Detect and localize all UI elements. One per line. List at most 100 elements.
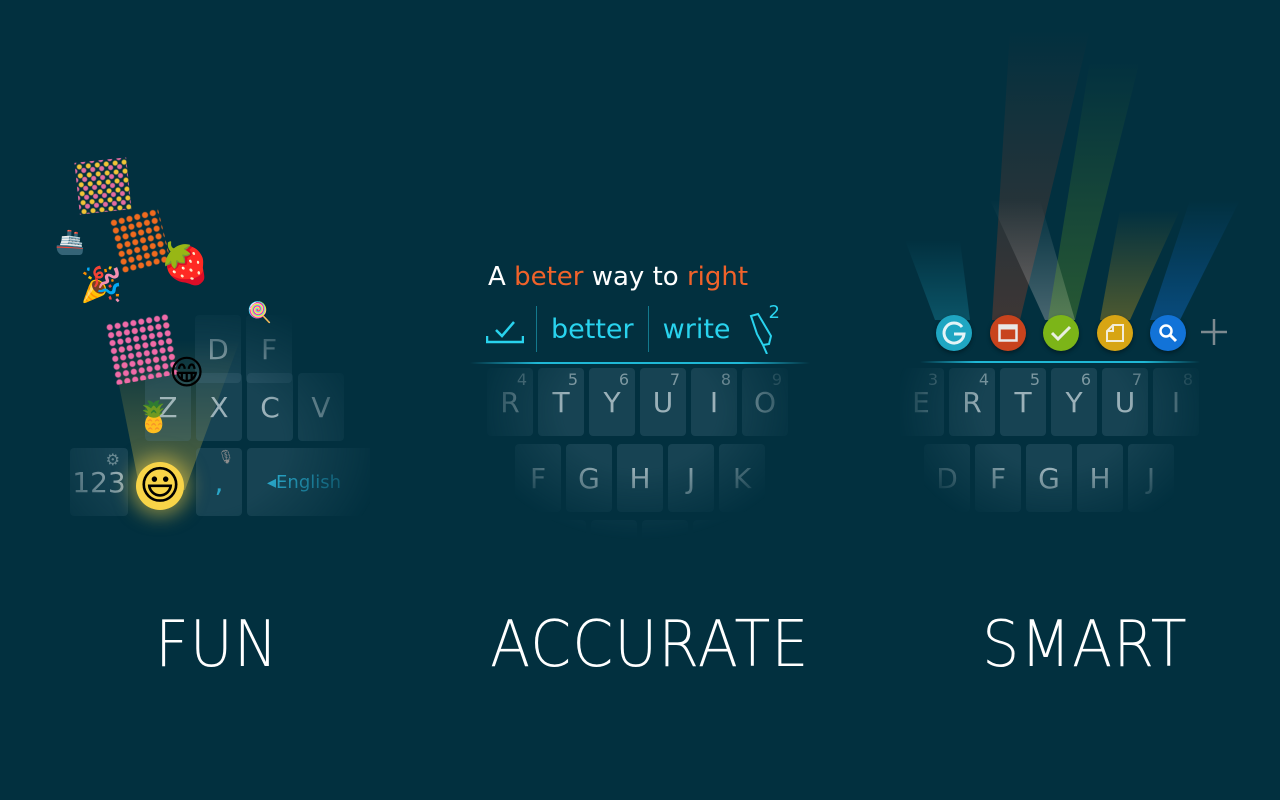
beam [1150, 200, 1240, 320]
sentence-text: A [488, 262, 515, 292]
key-k[interactable]: K [719, 444, 765, 512]
key-label: G [1038, 461, 1060, 495]
key-c[interactable]: C [247, 373, 293, 441]
space-key[interactable]: ◂ English [247, 448, 387, 516]
highlighter-icon[interactable]: 2 [749, 302, 780, 355]
suggestion-write[interactable]: write [663, 314, 731, 345]
app-button-note[interactable] [1096, 315, 1133, 351]
key-number: 8 [1182, 370, 1193, 389]
key[interactable] [540, 520, 586, 588]
key[interactable] [744, 520, 790, 588]
key-label: X [209, 390, 229, 424]
key[interactable] [591, 520, 637, 588]
key-label: Y [603, 385, 621, 419]
key-e[interactable]: E3 [898, 368, 944, 436]
check-icon [1050, 324, 1072, 342]
key[interactable] [795, 520, 841, 588]
gear-icon: ⚙ [105, 450, 120, 469]
beam [1100, 210, 1180, 320]
key-t[interactable]: T5 [538, 368, 584, 436]
fun-caption: FUN [155, 608, 279, 682]
key-f[interactable]: F [975, 444, 1021, 512]
key-label: F [989, 461, 1007, 495]
emoji-key[interactable]: 😃 [136, 462, 184, 510]
strawberry-emoji[interactable]: 🍓 [160, 244, 210, 284]
key-number: 5 [567, 370, 578, 389]
key-label: H [1089, 461, 1111, 495]
window-icon [997, 324, 1018, 342]
app-button-window[interactable] [989, 315, 1026, 351]
key-g[interactable]: G [566, 444, 612, 512]
key-t[interactable]: T5 [1000, 368, 1046, 436]
lollipop-emoji[interactable]: 🍭 [247, 302, 272, 322]
key-f[interactable]: F [515, 444, 561, 512]
beam [992, 30, 1090, 320]
key-v[interactable]: V [298, 373, 344, 441]
key-o[interactable]: O9 [742, 368, 788, 436]
key-y[interactable]: Y6 [589, 368, 635, 436]
key-y[interactable]: Y6 [1051, 368, 1097, 436]
smart-caption: SMART [982, 608, 1188, 682]
ship-emoji[interactable]: 🚢 [55, 230, 85, 254]
key-i[interactable]: I8 [1153, 368, 1199, 436]
key-u[interactable]: U7 [1102, 368, 1148, 436]
key-j[interactable]: J [1128, 444, 1174, 512]
key-label: U [652, 385, 674, 419]
key-label: J [686, 461, 696, 495]
key-label: , [214, 465, 224, 499]
divider [647, 306, 649, 352]
chevron-left-icon: ◂ [267, 471, 277, 493]
note-icon [1105, 323, 1125, 343]
key-label: D [936, 461, 958, 495]
search-icon [1158, 323, 1178, 343]
comma-key[interactable]: , 🎙 [196, 448, 242, 516]
key-i[interactable]: I8 [691, 368, 737, 436]
plus-icon [1201, 319, 1227, 345]
key-number: 3 [927, 370, 938, 389]
app-button-check[interactable] [1043, 315, 1079, 351]
key-g[interactable]: G [1026, 444, 1072, 512]
key-number: 5 [1029, 370, 1040, 389]
key-number: 7 [1131, 370, 1142, 389]
microphone-icon: 🎙 [217, 450, 234, 465]
beam [905, 240, 970, 320]
emoji-art-bees [74, 157, 132, 215]
party-popper-emoji[interactable]: 🎉 [80, 268, 122, 302]
key-label: D [207, 332, 229, 366]
accurate-caption: ACCURATE [490, 608, 810, 682]
suggestion-bar: better write 2 [485, 302, 780, 355]
divider [536, 306, 537, 352]
key-number: 9 [771, 370, 782, 389]
key-label: V [311, 390, 331, 424]
grammar-g-icon [941, 320, 967, 346]
key-label: 123 [72, 465, 126, 499]
key-label: O [753, 385, 777, 419]
accept-check-icon[interactable] [485, 316, 525, 344]
key-label: C [260, 390, 280, 424]
key-label: H [629, 461, 651, 495]
add-app-button[interactable] [1200, 318, 1228, 346]
key-j[interactable]: J [668, 444, 714, 512]
sentence-text: way to [583, 262, 687, 292]
key[interactable] [642, 520, 688, 588]
numbers-key[interactable]: 123 ⚙ [70, 448, 128, 516]
app-button-grammar-g[interactable] [936, 315, 972, 351]
key-h[interactable]: H [617, 444, 663, 512]
key-u[interactable]: U7 [640, 368, 686, 436]
key-label: I [709, 385, 719, 419]
key-number: 6 [1080, 370, 1091, 389]
key-r[interactable]: R4 [949, 368, 995, 436]
suggestion-better[interactable]: better [551, 314, 634, 345]
key[interactable] [693, 520, 739, 588]
key-number: 4 [978, 370, 989, 389]
key-label: G [578, 461, 600, 495]
key-d[interactable]: D [924, 444, 970, 512]
fun-keyboard: D F Z X C V 123 ⚙, 🎙 ◂ English [60, 315, 387, 530]
accurate-keyboard: R4T5Y6U7I8O9FGHJK [470, 360, 841, 588]
pineapple-emoji[interactable]: 🍍 [135, 403, 172, 433]
beam [1048, 60, 1140, 320]
grin-emoji[interactable]: 😁 [169, 356, 204, 390]
app-button-search[interactable] [1150, 315, 1186, 351]
key-r[interactable]: R4 [487, 368, 533, 436]
key-h[interactable]: H [1077, 444, 1123, 512]
